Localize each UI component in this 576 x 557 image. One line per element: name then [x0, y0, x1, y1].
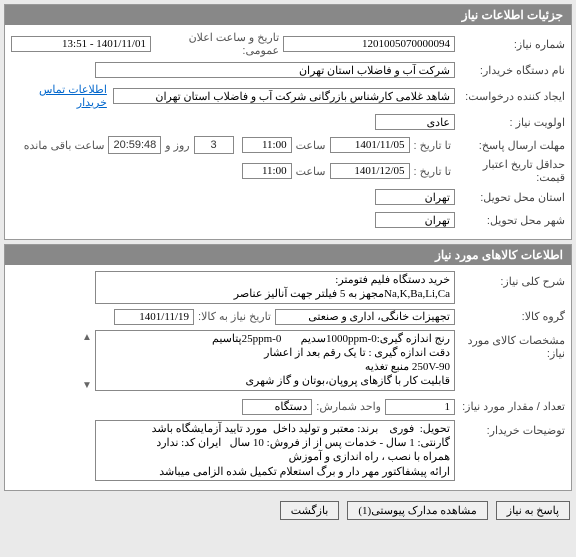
details-panel-body: شماره نیاز: تاریخ و ساعت اعلان عمومی: نا… [5, 25, 571, 239]
creator-field[interactable] [113, 88, 455, 104]
spec-field[interactable] [95, 330, 455, 391]
to-date-label-1: تا تاریخ : [410, 139, 455, 152]
chevron-down-icon[interactable]: ▼ [81, 380, 93, 392]
creator-label: ایجاد کننده درخواست: [455, 90, 565, 103]
need-date-label: تاریخ نیاز به کالا: [194, 310, 275, 323]
unit-label: واحد شمارش: [312, 400, 385, 413]
need-number-label: شماره نیاز: [455, 38, 565, 51]
spec-label: مشخصات کالای مورد نیاز: [455, 330, 565, 360]
buyer-contact-link[interactable]: اطلاعات تماس خریدار [11, 83, 107, 109]
valid-date-field[interactable] [330, 163, 410, 179]
priority-field[interactable] [375, 114, 455, 130]
need-date-field[interactable] [114, 309, 194, 325]
days-remain-box: 3 [194, 136, 234, 154]
buyer-name-field[interactable] [95, 62, 455, 78]
attachments-button[interactable]: مشاهده مدارک پیوستی(1) [347, 501, 487, 520]
valid-time-field[interactable] [242, 163, 292, 179]
group-field[interactable] [275, 309, 455, 325]
group-label: گروه کالا: [455, 310, 565, 323]
priority-label: اولویت نیاز : [455, 116, 565, 129]
delivery-city-field[interactable] [375, 212, 455, 228]
delivery-city-label: شهر محل تحویل: [455, 214, 565, 227]
buyer-notes-label: توضیحات خریدار: [455, 420, 565, 437]
deadline-date-field[interactable] [330, 137, 410, 153]
deadline-time-field[interactable] [242, 137, 292, 153]
deadline-label: مهلت ارسال پاسخ: [455, 139, 565, 152]
buyer-name-label: نام دستگاه خریدار: [455, 64, 565, 77]
desc-field[interactable] [95, 271, 455, 304]
footer-actions: پاسخ به نیاز مشاهده مدارک پیوستی(1) بازگ… [0, 495, 576, 526]
goods-panel: اطلاعات کالاهای مورد نیاز شرح کلی نیاز: … [4, 244, 572, 491]
qty-field[interactable] [385, 399, 455, 415]
time-label-2: ساعت [292, 165, 330, 178]
announce-dt-label: تاریخ و ساعت اعلان عمومی: [151, 31, 283, 57]
reply-button[interactable]: پاسخ به نیاز [496, 501, 570, 520]
to-date-label-2: تا تاریخ : [410, 165, 455, 178]
time-label-1: ساعت [292, 139, 330, 152]
desc-label: شرح کلی نیاز: [455, 271, 565, 288]
delivery-place-label: استان محل تحویل: [455, 191, 565, 204]
details-panel-title: جزئیات اطلاعات نیاز [5, 5, 571, 25]
buyer-notes-field[interactable] [95, 420, 455, 481]
need-number-field[interactable] [283, 36, 455, 52]
announce-dt-field[interactable] [11, 36, 151, 52]
qty-label: تعداد / مقدار مورد نیاز: [455, 400, 565, 413]
goods-panel-body: شرح کلی نیاز: گروه کالا: تاریخ نیاز به ک… [5, 265, 571, 490]
unit-field[interactable] [242, 399, 312, 415]
valid-min-label: حداقل تاریخ اعتبار قیمت: [455, 158, 565, 184]
back-button[interactable]: بازگشت [280, 501, 340, 520]
days-remain-label: روز و [161, 139, 193, 152]
delivery-place-field[interactable] [375, 189, 455, 205]
goods-panel-title: اطلاعات کالاهای مورد نیاز [5, 245, 571, 265]
time-remain-box: 20:59:48 [108, 136, 161, 154]
chevron-up-icon[interactable]: ▲ [81, 332, 93, 344]
details-panel: جزئیات اطلاعات نیاز شماره نیاز: تاریخ و … [4, 4, 572, 240]
time-remain-label: ساعت باقی مانده [20, 139, 109, 152]
